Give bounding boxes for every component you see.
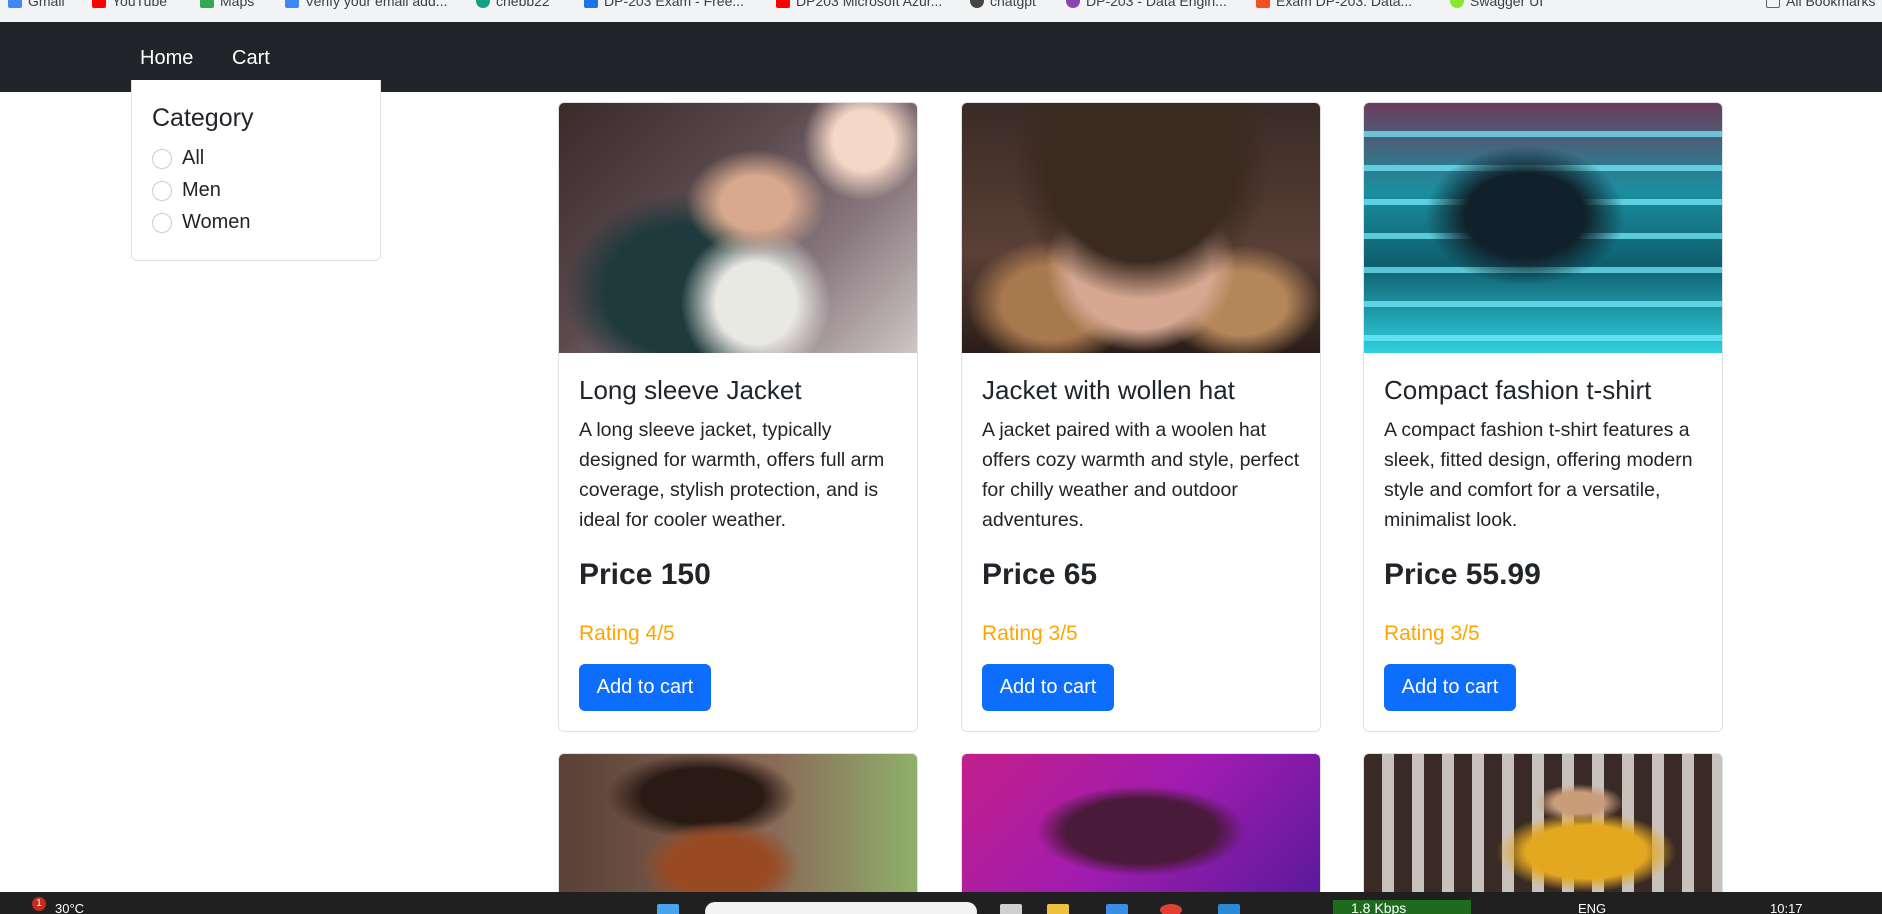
bookmark-youtube[interactable]: YouTube [92, 0, 167, 9]
notification-badge: 1 [32, 897, 46, 911]
radio-all[interactable] [152, 148, 172, 169]
product-title: Jacket with wollen hat [982, 375, 1235, 405]
product-image [962, 103, 1320, 353]
chrome-icon[interactable] [1160, 904, 1182, 914]
radio-women[interactable] [152, 212, 172, 233]
product-title: Compact fashion t-shirt [1384, 375, 1652, 405]
product-card [1363, 753, 1723, 893]
category-heading: Category [152, 104, 254, 132]
weather-temperature[interactable]: 30°C [55, 901, 84, 914]
product-description: A long sleeve jacket, typically designed… [579, 419, 885, 531]
category-option-women[interactable]: Women [152, 211, 251, 234]
chatgpt-icon [476, 0, 490, 8]
bookmark-dp203-exam[interactable]: DP-203 Exam - Free... [584, 0, 744, 9]
youtube-icon [92, 0, 106, 8]
windows-start-icon[interactable] [657, 904, 679, 914]
product-rating: Rating 3/5 [982, 622, 1078, 645]
vscode-icon[interactable] [1218, 904, 1240, 914]
product-description: A jacket paired with a woolen hat offers… [982, 419, 1300, 531]
nav-cart-link[interactable]: Cart [232, 47, 270, 70]
google-icon [285, 0, 299, 8]
product-card: Compact fashion t-shirt A compact fashio… [1363, 102, 1723, 732]
task-view-icon[interactable] [1000, 904, 1022, 914]
product-description: A compact fashion t-shirt features a sle… [1384, 419, 1693, 531]
bookmark-swagger[interactable]: Swagger UI [1450, 0, 1543, 9]
gmail-icon [8, 0, 22, 8]
folder-icon [1766, 0, 1780, 8]
add-to-cart-button[interactable]: Add to cart [579, 664, 711, 711]
product-price: Price 150 [579, 558, 711, 591]
doc-icon [584, 0, 598, 8]
product-image [1364, 754, 1722, 893]
maps-icon [200, 0, 214, 8]
product-image [559, 103, 917, 353]
product-card: Long sleeve Jacket A long sleeve jacket,… [558, 102, 918, 732]
network-speed-indicator: 1.8 Kbps [1333, 900, 1471, 914]
product-image [1364, 103, 1722, 353]
bookmark-chebb22[interactable]: chebb22 [476, 0, 550, 9]
product-card [961, 753, 1321, 893]
bookmark-maps[interactable]: Maps [200, 0, 254, 9]
microsoft-icon [1256, 0, 1270, 8]
file-explorer-icon[interactable] [1047, 904, 1069, 914]
category-option-all[interactable]: All [152, 147, 204, 170]
product-image [559, 754, 917, 893]
add-to-cart-button[interactable]: Add to cart [1384, 664, 1516, 711]
language-indicator[interactable]: ENG [1578, 901, 1606, 914]
openai-icon [970, 0, 984, 8]
bookmark-dp203-azure[interactable]: DP203 Microsoft Azur... [776, 0, 942, 9]
product-title: Long sleeve Jacket [579, 375, 802, 405]
category-filter-card: Category All Men Women [131, 80, 381, 261]
clock-time[interactable]: 10:17 [1770, 901, 1803, 914]
circle-icon [1066, 0, 1080, 8]
product-card [558, 753, 918, 893]
product-card: Jacket with wollen hat A jacket paired w… [961, 102, 1321, 732]
bookmark-dp203-data-eng[interactable]: DP-203 - Data Engin... [1066, 0, 1227, 9]
product-image [962, 754, 1320, 893]
nav-home-link[interactable]: Home [140, 47, 193, 70]
product-price: Price 55.99 [1384, 558, 1541, 591]
taskbar: 1 30°C 1.8 Kbps ENG 10:17 [0, 892, 1882, 914]
store-icon[interactable] [1106, 904, 1128, 914]
taskbar-search-input[interactable] [705, 902, 977, 914]
bookmark-exam-dp203[interactable]: Exam DP-203: Data... [1256, 0, 1412, 9]
product-rating: Rating 4/5 [579, 622, 675, 645]
swagger-icon [1450, 0, 1464, 8]
product-rating: Rating 3/5 [1384, 622, 1480, 645]
bookmark-verify-email[interactable]: Verify your email add... [285, 0, 447, 9]
add-to-cart-button[interactable]: Add to cart [982, 664, 1114, 711]
product-price: Price 65 [982, 558, 1098, 591]
bookmark-chatgpt[interactable]: chatgpt [970, 0, 1036, 9]
youtube-icon [776, 0, 790, 8]
radio-men[interactable] [152, 180, 172, 201]
category-option-men[interactable]: Men [152, 179, 221, 202]
bookmark-gmail[interactable]: Gmail [8, 0, 65, 9]
bookmark-all[interactable]: All Bookmarks [1766, 0, 1875, 9]
bookmarks-bar: Gmail YouTube Maps Verify your email add… [0, 0, 1882, 22]
